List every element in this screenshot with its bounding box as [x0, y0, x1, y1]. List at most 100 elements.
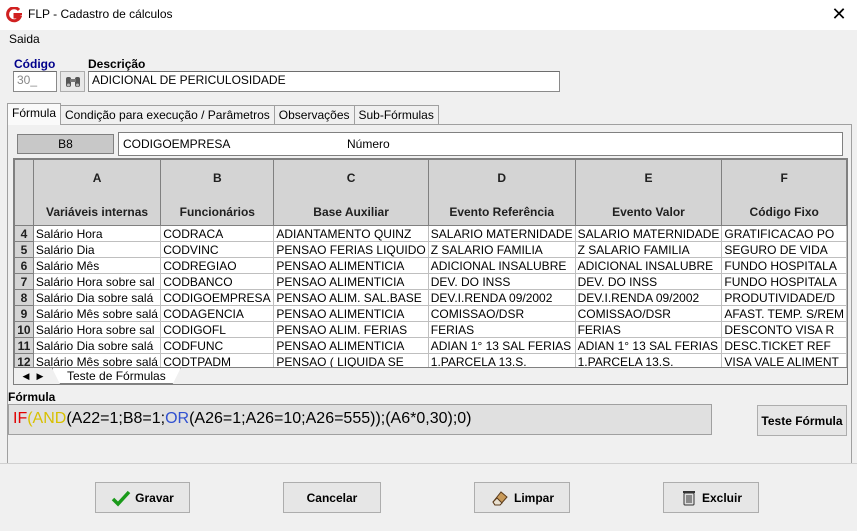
column-header-d[interactable]: D Evento Referência	[427, 159, 576, 226]
table-cell[interactable]: PENSAO ALIMENTICIA	[273, 273, 429, 290]
close-button[interactable]: ✕	[826, 3, 852, 25]
table-cell[interactable]: FUNDO HOSPITALA	[721, 257, 847, 274]
column-header-e[interactable]: E Evento Valor	[574, 159, 723, 226]
limpar-button[interactable]: Limpar	[474, 482, 570, 513]
table-cell[interactable]: CODFUNC	[160, 337, 275, 354]
sheet-tab-teste[interactable]: Teste de Fórmulas	[52, 368, 181, 384]
table-cell[interactable]: Z SALARIO FAMILIA	[427, 241, 576, 258]
table-row: 7 Salário Hora sobre sal CODBANCO PENSAO…	[14, 273, 847, 290]
table-cell[interactable]: FERIAS	[427, 321, 576, 338]
table-cell[interactable]: DEV.I.RENDA 09/2002	[427, 289, 576, 306]
close-icon[interactable]: ✕	[831, 4, 846, 24]
table-cell[interactable]: AFAST. TEMP. S/REM	[721, 305, 847, 322]
teste-formula-button[interactable]: Teste Fórmula	[757, 405, 847, 436]
tab-condicao[interactable]: Condição para execução / Parâmetros	[60, 105, 275, 125]
table-cell[interactable]: COMISSAO/DSR	[427, 305, 576, 322]
table-cell[interactable]: ADICIONAL INSALUBRE	[574, 257, 723, 274]
table-cell[interactable]: CODAGENCIA	[160, 305, 275, 322]
column-header-c[interactable]: C Base Auxiliar	[273, 159, 429, 226]
table-cell[interactable]: CODTPADM	[160, 353, 275, 367]
table-cell[interactable]: SALARIO MATERNIDADE	[427, 225, 576, 242]
cell-content-value: CODIGOEMPRESA	[123, 137, 231, 151]
table-cell[interactable]: SALARIO MATERNIDADE	[574, 225, 723, 242]
table-cell[interactable]: DEV. DO INSS	[574, 273, 723, 290]
table-cell[interactable]: GRATIFICACAO PO	[721, 225, 847, 242]
table-row: 9 Salário Mês sobre salá CODAGENCIA PENS…	[14, 305, 847, 322]
table-cell[interactable]: PENSAO ALIM. FERIAS	[273, 321, 429, 338]
column-title: Base Auxiliar	[313, 204, 389, 219]
table-cell[interactable]: PENSAO ALIMENTICIA	[273, 305, 429, 322]
gravar-button[interactable]: Gravar	[95, 482, 190, 513]
table-cell[interactable]: ADIANTAMENTO QUINZ	[273, 225, 429, 242]
table-cell[interactable]: Salário Hora sobre sal	[32, 273, 162, 290]
table-cell[interactable]: 1.PARCELA 13.S.	[574, 353, 723, 367]
row-number[interactable]: 12	[14, 353, 34, 367]
row-number[interactable]: 4	[14, 225, 34, 242]
table-cell[interactable]: CODIGOFL	[160, 321, 275, 338]
table-cell[interactable]: PENSAO ALIM. SAL.BASE	[273, 289, 429, 306]
table-cell[interactable]: ADICIONAL INSALUBRE	[427, 257, 576, 274]
table-cell[interactable]: Salário Mês	[32, 257, 162, 274]
cell-content-type: Número	[347, 137, 390, 151]
table-cell[interactable]: ADIAN 1° 13 SAL FERIAS	[427, 337, 576, 354]
tab-sub-formulas[interactable]: Sub-Fórmulas	[353, 105, 439, 125]
excluir-button[interactable]: Excluir	[663, 482, 759, 513]
table-cell[interactable]: SEGURO DE VIDA	[721, 241, 847, 258]
table-cell[interactable]: Salário Dia	[32, 241, 162, 258]
table-cell[interactable]: CODRACA	[160, 225, 275, 242]
corner-cell[interactable]	[14, 159, 34, 226]
search-button[interactable]	[60, 71, 85, 92]
table-cell[interactable]: PENSAO ( LIQUIDA SE	[273, 353, 429, 367]
table-cell[interactable]: 1.PARCELA 13.S.	[427, 353, 576, 367]
row-number[interactable]: 8	[14, 289, 34, 306]
table-cell[interactable]: Salário Mês sobre salá	[32, 305, 162, 322]
spreadsheet-grid[interactable]: A Variáveis internas B Funcionários C Base …	[13, 158, 848, 368]
table-cell[interactable]: DESC.TICKET REF	[721, 337, 847, 354]
table-cell[interactable]: PENSAO ALIMENTICIA	[273, 337, 429, 354]
codigo-input[interactable]: 30_	[13, 71, 57, 92]
column-letter: F	[780, 170, 788, 185]
table-cell[interactable]: PENSAO ALIMENTICIA	[273, 257, 429, 274]
sheet-prev-arrow-icon[interactable]: ◀	[20, 370, 32, 382]
table-cell[interactable]: COMISSAO/DSR	[574, 305, 723, 322]
table-cell[interactable]: FERIAS	[574, 321, 723, 338]
table-cell[interactable]: Salário Hora	[32, 225, 162, 242]
column-header-a[interactable]: A Variáveis internas	[32, 159, 162, 226]
table-cell[interactable]: DEV.I.RENDA 09/2002	[574, 289, 723, 306]
table-cell[interactable]: Z SALARIO FAMILIA	[574, 241, 723, 258]
tab-formula[interactable]: Fórmula	[7, 103, 62, 125]
row-number[interactable]: 7	[14, 273, 34, 290]
table-cell[interactable]: CODREGIAO	[160, 257, 275, 274]
sheet-next-arrow-icon[interactable]: ▶	[34, 370, 46, 382]
column-header-b[interactable]: B Funcionários	[160, 159, 275, 226]
menu-saida[interactable]: Saida	[9, 32, 40, 46]
table-cell[interactable]: CODVINC	[160, 241, 275, 258]
table-cell[interactable]: PRODUTIVIDADE/D	[721, 289, 847, 306]
table-cell[interactable]: PENSAO FERIAS LIQUIDO	[273, 241, 429, 258]
formula-editor[interactable]: IF(AND(A22=1;B8=1;OR(A26=1;A26=10;A26=55…	[8, 404, 712, 435]
row-number[interactable]: 11	[14, 337, 34, 354]
cancelar-button[interactable]: Cancelar	[283, 482, 381, 513]
table-cell[interactable]: Salário Hora sobre sal	[32, 321, 162, 338]
cell-reference: B8	[17, 134, 114, 154]
trash-icon	[682, 490, 695, 505]
descricao-input[interactable]: ADICIONAL DE PERICULOSIDADE	[88, 71, 560, 92]
column-letter: D	[497, 170, 506, 185]
row-number[interactable]: 10	[14, 321, 34, 338]
table-cell[interactable]: FUNDO HOSPITALA	[721, 273, 847, 290]
table-cell[interactable]: CODBANCO	[160, 273, 275, 290]
table-cell[interactable]: Salário Mês sobre salá	[32, 353, 162, 367]
table-cell[interactable]: Salário Dia sobre salá	[32, 289, 162, 306]
table-cell[interactable]: DEV. DO INSS	[427, 273, 576, 290]
tab-observacoes[interactable]: Observações	[273, 105, 355, 125]
table-cell[interactable]: DESCONTO VISA R	[721, 321, 847, 338]
table-cell[interactable]: CODIGOEMPRESA	[160, 289, 275, 306]
row-number[interactable]: 6	[14, 257, 34, 274]
table-cell[interactable]: Salário Dia sobre salá	[32, 337, 162, 354]
formula-or-keyword: OR	[165, 410, 190, 427]
row-number[interactable]: 9	[14, 305, 34, 322]
table-cell[interactable]: VISA VALE ALIMENT	[721, 353, 847, 367]
table-cell[interactable]: ADIAN 1° 13 SAL FERIAS	[574, 337, 723, 354]
row-number[interactable]: 5	[14, 241, 34, 258]
column-header-f[interactable]: F Código Fixo	[721, 159, 847, 226]
